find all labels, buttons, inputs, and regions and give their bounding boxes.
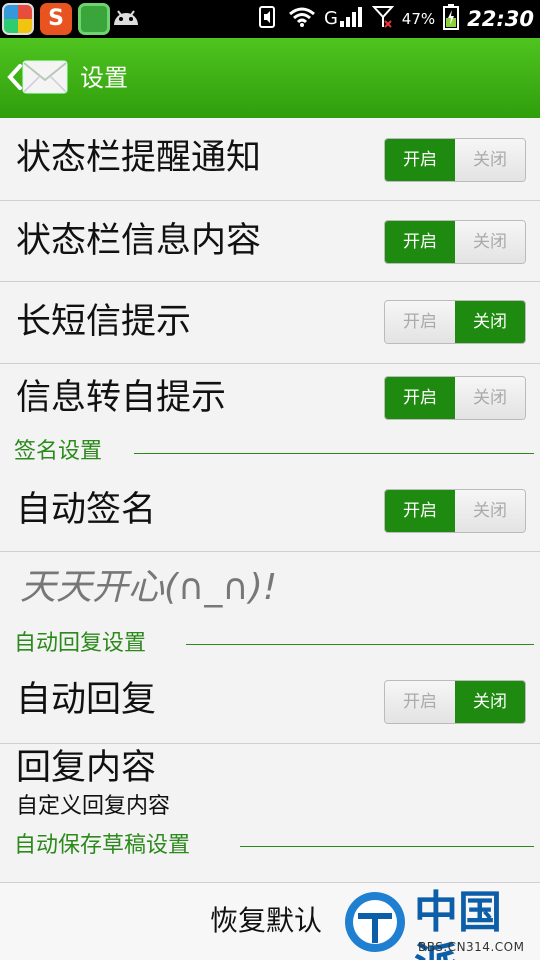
setting-label: 信息转自提示 [16, 378, 227, 418]
setting-row-status-notify: 状态栏提醒通知 开启 关闭 [0, 118, 540, 201]
section-divider [186, 644, 534, 645]
section-header-signature: 签名设置 [14, 439, 103, 464]
toggle-off-option[interactable]: 关闭 [455, 681, 525, 723]
setting-row-forward-hint: 信息转自提示 开启 关闭 [0, 364, 540, 434]
restore-default-button[interactable]: 恢复默认 [210, 901, 322, 941]
clock: 22:30 [467, 7, 534, 31]
watermark-logo-icon [340, 889, 410, 955]
setting-label: 自动签名 [16, 490, 157, 530]
setting-label: 长短信提示 [16, 302, 192, 342]
setting-label: 自动回复 [16, 680, 157, 720]
toggle-forward-hint[interactable]: 开启 关闭 [384, 376, 526, 420]
toggle-off-option[interactable]: 关闭 [455, 490, 525, 532]
svg-text:G: G [324, 8, 338, 29]
toggle-status-content[interactable]: 开启 关闭 [384, 220, 526, 264]
toggle-on-option[interactable]: 开启 [385, 681, 455, 723]
mail-icon[interactable] [22, 58, 68, 96]
battery-percent: 47% [401, 10, 436, 28]
section-divider [240, 846, 534, 847]
watermark-url: BBS.CN314.COM [418, 940, 525, 954]
setting-row-auto-signature: 自动签名 开启 关闭 [0, 470, 540, 552]
toggle-off-option[interactable]: 关闭 [455, 377, 525, 419]
signal-icon: G [324, 5, 364, 33]
signal-strength-icon [371, 5, 395, 33]
security-shield-icon [78, 3, 110, 35]
app-launcher-icon [2, 3, 34, 35]
status-bar: S G 47% 22:30 [0, 0, 540, 38]
bottom-bar: 恢复默认 中国派 BBS.CN314.COM [0, 882, 540, 960]
signature-text[interactable]: 天天开心(∩_∩)! [20, 566, 277, 610]
mute-icon [258, 5, 280, 33]
section-header-auto-reply: 自动回复设置 [14, 631, 147, 656]
toggle-off-option[interactable]: 关闭 [455, 221, 525, 263]
setting-label: 状态栏提醒通知 [16, 138, 262, 178]
toggle-on-option[interactable]: 开启 [385, 221, 455, 263]
sogou-input-icon: S [40, 3, 72, 35]
setting-row-auto-reply: 自动回复 开启 关闭 [0, 660, 540, 744]
toggle-status-notify[interactable]: 开启 关闭 [384, 138, 526, 182]
title-bar: 设置 [0, 38, 540, 118]
section-divider [134, 453, 534, 454]
wifi-icon [288, 6, 316, 32]
toggle-off-option[interactable]: 关闭 [455, 301, 525, 343]
toggle-auto-reply[interactable]: 开启 关闭 [384, 680, 526, 724]
toggle-on-option[interactable]: 开启 [385, 490, 455, 532]
section-header-draft: 自动保存草稿设置 [14, 833, 191, 858]
toggle-auto-signature[interactable]: 开启 关闭 [384, 489, 526, 533]
toggle-on-option[interactable]: 开启 [385, 139, 455, 181]
reply-content-label[interactable]: 回复内容 [16, 748, 156, 788]
setting-row-status-content: 状态栏信息内容 开启 关闭 [0, 201, 540, 282]
reply-content-sublabel: 自定义回复内容 [16, 794, 171, 819]
toggle-on-option[interactable]: 开启 [385, 377, 455, 419]
toggle-off-option[interactable]: 关闭 [455, 139, 525, 181]
setting-row-long-sms: 长短信提示 开启 关闭 [0, 282, 540, 364]
back-chevron-icon[interactable] [4, 60, 24, 94]
toggle-long-sms[interactable]: 开启 关闭 [384, 300, 526, 344]
setting-label: 状态栏信息内容 [16, 221, 262, 261]
toggle-on-option[interactable]: 开启 [385, 301, 455, 343]
battery-icon [443, 4, 460, 34]
android-icon [110, 3, 142, 35]
page-title: 设置 [80, 64, 128, 92]
